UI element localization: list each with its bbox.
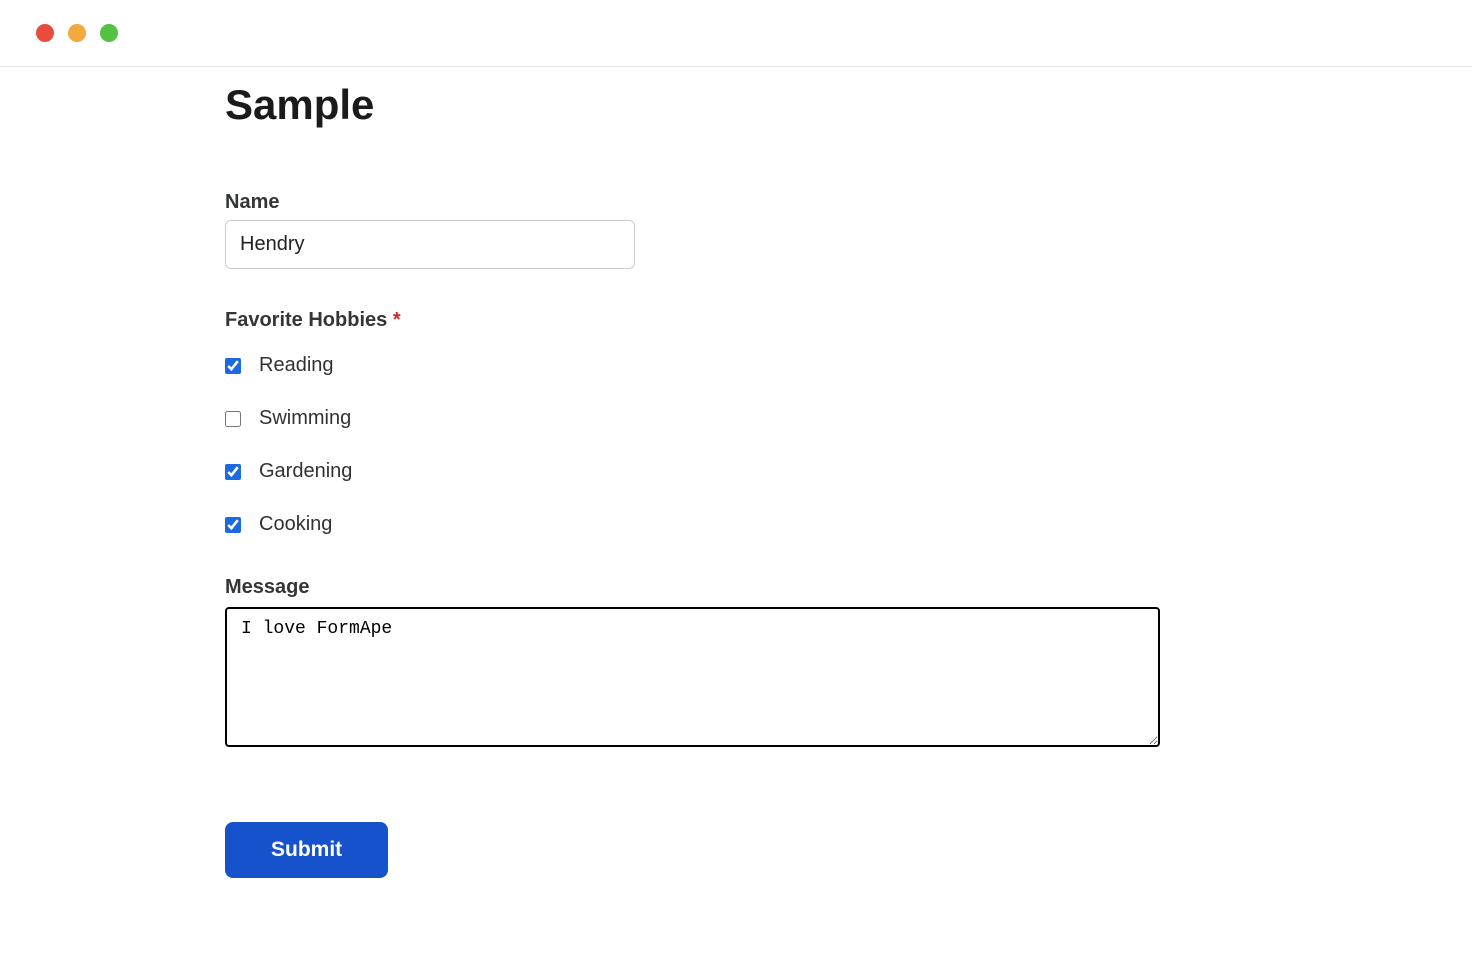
hobbies-field-group: Favorite Hobbies * Reading Swimming Gard… — [225, 309, 1165, 536]
checkbox-cooking[interactable] — [225, 517, 241, 533]
hobbies-label-text: Favorite Hobbies — [225, 309, 387, 331]
checkbox-row-swimming: Swimming — [225, 407, 1165, 430]
message-textarea[interactable] — [225, 607, 1160, 747]
hobbies-checkbox-list: Reading Swimming Gardening Cooking — [225, 354, 1165, 536]
window-maximize-button[interactable] — [100, 24, 118, 42]
checkbox-row-cooking: Cooking — [225, 513, 1165, 536]
name-field-group: Name — [225, 191, 1165, 269]
checkbox-row-gardening: Gardening — [225, 460, 1165, 483]
window-chrome — [0, 0, 1472, 67]
required-indicator: * — [393, 309, 401, 331]
hobbies-label: Favorite Hobbies * — [225, 309, 1165, 332]
submit-button[interactable]: Submit — [225, 822, 388, 878]
message-label: Message — [225, 576, 1165, 599]
name-input[interactable] — [225, 220, 635, 269]
window-close-button[interactable] — [36, 24, 54, 42]
checkbox-label-gardening[interactable]: Gardening — [259, 460, 352, 483]
checkbox-row-reading: Reading — [225, 354, 1165, 377]
message-field-group: Message — [225, 576, 1165, 752]
checkbox-label-cooking[interactable]: Cooking — [259, 513, 332, 536]
checkbox-swimming[interactable] — [225, 411, 241, 427]
checkbox-reading[interactable] — [225, 358, 241, 374]
page-title: Sample — [225, 81, 1165, 129]
checkbox-label-reading[interactable]: Reading — [259, 354, 334, 377]
form-container: Sample Name Favorite Hobbies * Reading S… — [225, 67, 1165, 878]
name-label: Name — [225, 191, 1165, 214]
checkbox-label-swimming[interactable]: Swimming — [259, 407, 351, 430]
checkbox-gardening[interactable] — [225, 464, 241, 480]
window-minimize-button[interactable] — [68, 24, 86, 42]
